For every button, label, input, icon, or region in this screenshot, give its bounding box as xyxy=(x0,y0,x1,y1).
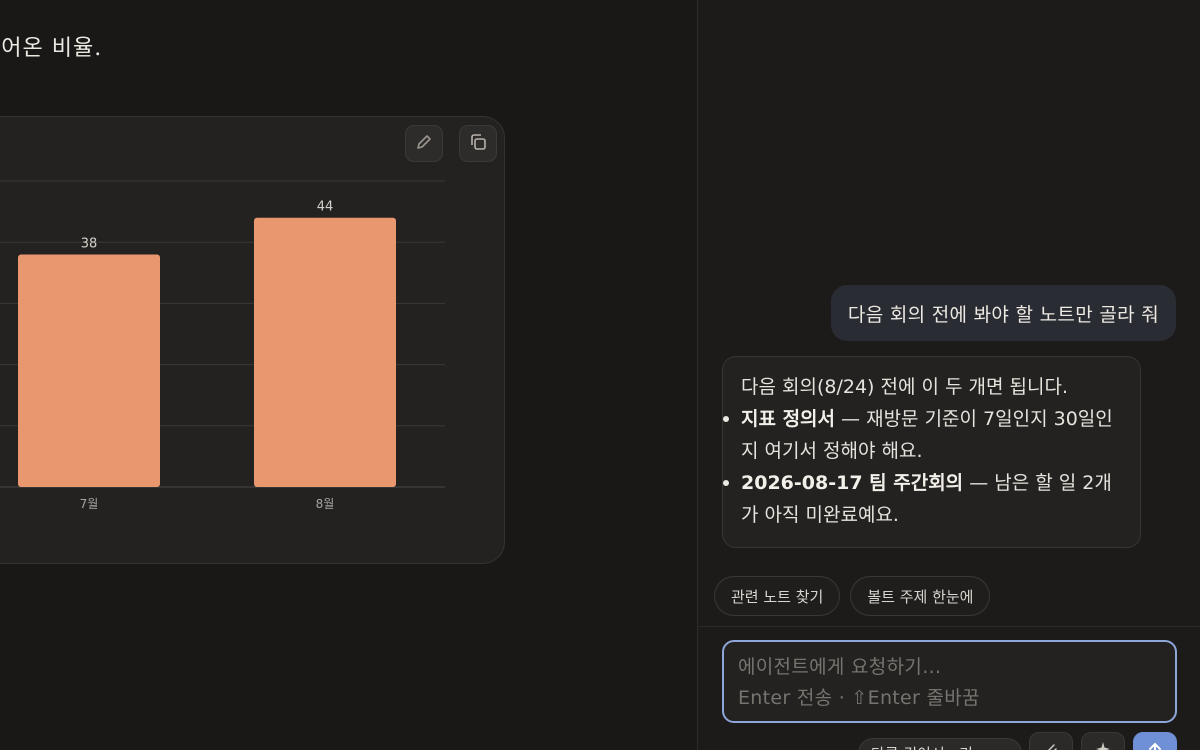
user-message-text: 다음 회의 전에 봐야 할 노트만 골라 줘 xyxy=(847,303,1159,326)
x-tick-label: 7월 xyxy=(80,497,99,511)
paperclip-icon xyxy=(1043,741,1059,750)
chip-find-related-notes[interactable]: 관련 노트 찾기 xyxy=(714,576,841,616)
copy-button[interactable] xyxy=(459,125,497,162)
bar-value-label: 44 xyxy=(317,200,334,215)
composer-hint: Enter 전송 · ⇧Enter 줄바꿈 xyxy=(738,687,980,709)
model-selector[interactable]: 다른 깊이서 · 기 xyxy=(858,738,1022,750)
sparkle-icon xyxy=(1095,741,1111,750)
composer-toolbar: 다른 깊이서 · 기 xyxy=(698,732,1200,750)
bar-value-label: 38 xyxy=(81,236,98,251)
x-tick-label: 8월 xyxy=(316,497,335,511)
edit-button[interactable] xyxy=(405,125,443,162)
send-button[interactable] xyxy=(1133,732,1177,750)
copy-icon xyxy=(468,132,488,156)
agent-panel: 다음 회의 전에 봐야 할 노트만 골라 줘 다음 회의(8/24) 전에 이 … xyxy=(697,0,1200,750)
agent-message-intro: 다음 회의(8/24) 전에 이 두 개면 됩니다. xyxy=(741,376,1069,398)
agent-message-list: 지표 정의서 — 재방문 기준이 7일인지 30일인지 여기서 정해야 해요. … xyxy=(723,403,1122,531)
chart-bar xyxy=(18,254,160,487)
sparkle-button[interactable] xyxy=(1081,732,1125,750)
chip-vault-topics-overview[interactable]: 볼트 주제 한눈에 xyxy=(850,576,991,616)
note-link-title[interactable]: 2026-08-17 팀 주간회의 xyxy=(741,472,963,494)
list-item: 지표 정의서 — 재방문 기준이 7일인지 30일인지 여기서 정해야 해요. xyxy=(723,403,1122,467)
note-link-title[interactable]: 지표 정의서 xyxy=(741,408,835,430)
arrow-up-icon xyxy=(1147,741,1163,750)
composer-divider xyxy=(698,626,1200,627)
document-pane: 들어온 비율. 38 7월 44 8월 xyxy=(0,0,697,750)
pencil-icon xyxy=(415,133,433,155)
chart-card: 38 7월 44 8월 xyxy=(0,116,505,564)
attach-button[interactable] xyxy=(1029,732,1073,750)
chart-bar xyxy=(254,217,396,487)
document-text: 들어온 비율. xyxy=(0,36,103,61)
suggestion-chips: 관련 노트 찾기 볼트 주제 한눈에 xyxy=(714,576,991,616)
composer-placeholder: 에이전트에게 요청하기… xyxy=(738,656,942,678)
composer-input[interactable]: 에이전트에게 요청하기… Enter 전송 · ⇧Enter 줄바꿈 xyxy=(722,640,1177,723)
agent-message-bubble: 다음 회의(8/24) 전에 이 두 개면 됩니다. 지표 정의서 — 재방문 … xyxy=(722,356,1141,548)
user-message-bubble: 다음 회의 전에 봐야 할 노트만 골라 줘 xyxy=(830,285,1176,341)
bar-chart: 38 7월 44 8월 xyxy=(0,180,445,511)
list-item: 2026-08-17 팀 주간회의 — 남은 할 일 2개가 아직 미완료예요. xyxy=(723,467,1122,531)
